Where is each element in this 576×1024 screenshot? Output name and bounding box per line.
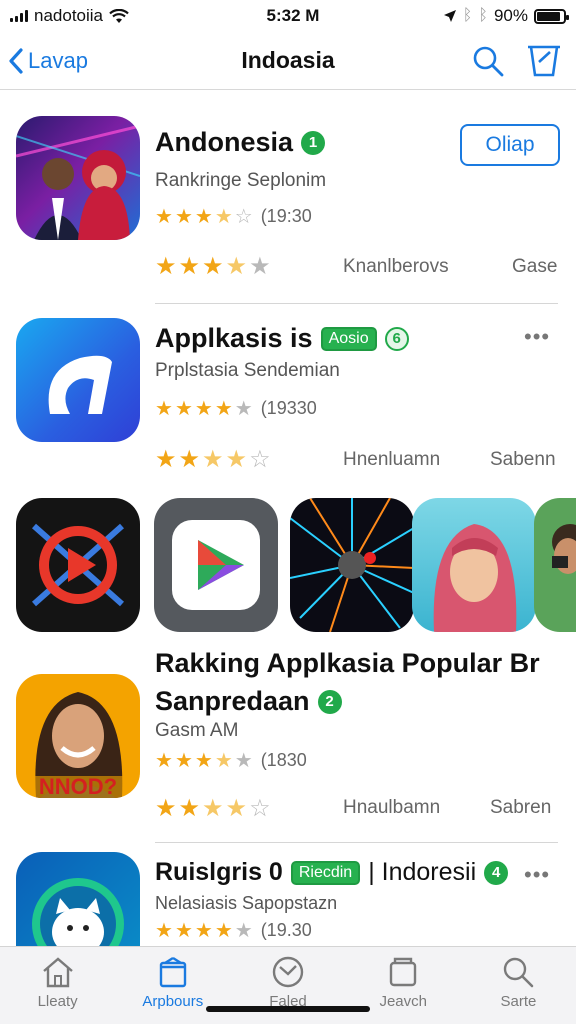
app-title[interactable]: Andonesia 1: [155, 127, 326, 158]
rating-count: (19:30: [260, 206, 312, 226]
rating-stars-secondary: ★ ★ ★ ★ ★: [155, 253, 271, 280]
section-title: Rakking Applkasia Popular Br: [155, 648, 540, 678]
rank-badge: 6: [384, 326, 409, 351]
bluetooth-icon: ᛒ: [462, 7, 473, 24]
rank-badge: 4: [484, 860, 509, 885]
search-icon: [504, 957, 534, 988]
get-button[interactable]: Oliap: [460, 124, 560, 166]
box-icon: [159, 956, 186, 988]
home-indicator: [206, 1006, 370, 1012]
meta-column-2: Sabren: [490, 797, 552, 818]
icon-caption: NNOD?: [38, 774, 118, 798]
category-tag: Aosio: [320, 326, 377, 351]
divider: [155, 842, 558, 843]
app-subtitle: Rankringe Seplonim: [155, 170, 327, 191]
tab-label: Lleaty: [37, 993, 78, 1010]
meta-column-1: Hnaulbamn: [343, 797, 441, 818]
app-subtitle: Nelasiasis Sapopstazn: [155, 893, 338, 913]
tab-label: Arpbours: [142, 993, 204, 1010]
meta-column-1: Knanlberovs: [343, 256, 449, 277]
app-icon[interactable]: [16, 116, 140, 240]
tab-apps[interactable]: Arpbours: [115, 947, 230, 1024]
app-subtitle: Gasm AM: [155, 720, 239, 741]
tab-label: Jeavch: [379, 993, 427, 1010]
app-title[interactable]: Sanpredaan 2: [155, 686, 342, 717]
status-bar: nadotoiia 5:32 M ᛒ ᛒ 90%: [0, 0, 576, 32]
clock: 5:32 M: [266, 6, 320, 25]
stack-icon: [390, 957, 417, 987]
back-label: Lavap: [28, 47, 88, 73]
location-icon: [443, 10, 456, 22]
featured-app-icon[interactable]: [16, 498, 140, 632]
tab-arcade[interactable]: Jeavch: [346, 947, 461, 1024]
rating-stars-secondary: ★ ★ ★ ★ ☆: [155, 795, 271, 822]
battery-percent: 90%: [493, 6, 528, 25]
more-options-icon[interactable]: •••: [524, 862, 550, 888]
rank-badge: 1: [301, 130, 326, 155]
featured-app-strip[interactable]: [0, 498, 576, 634]
featured-app-icon[interactable]: [534, 498, 576, 632]
chevron-left-icon: [9, 47, 23, 74]
filter-icon[interactable]: [526, 44, 562, 78]
search-icon[interactable]: [472, 45, 504, 77]
app-icon[interactable]: [16, 318, 140, 442]
rating-count: (19.30: [260, 920, 312, 940]
app-subtitle: Prplstasia Sendemian: [155, 360, 340, 381]
featured-app-icon[interactable]: [412, 498, 536, 632]
battery-icon: [534, 8, 569, 24]
more-options-icon[interactable]: •••: [524, 324, 550, 350]
meta-column-2: Sabenn: [490, 449, 556, 470]
tab-label: Sarte: [500, 993, 537, 1010]
app-region: | Indoresii: [368, 858, 477, 886]
house-icon: [42, 957, 73, 988]
rating-stars: ★ ★ ★ ★ ☆ (19:30: [155, 206, 312, 228]
clock-icon: [272, 956, 304, 988]
carrier-label: nadotoiia: [34, 6, 104, 25]
tab-bar: Lleaty Arpbours Faled Jeavch Sarte: [0, 946, 576, 1024]
rating-stars: ★ ★ ★ ★ ★ (19330: [155, 398, 317, 420]
rank-badge: 2: [317, 689, 342, 714]
signal-icon: [10, 10, 28, 22]
tab-today[interactable]: Lleaty: [0, 947, 115, 1024]
rating-stars-secondary: ★ ★ ★ ★ ☆: [155, 446, 271, 473]
rating-stars: ★ ★ ★ ★ ★ (19.30: [155, 920, 312, 942]
rating-count: (1830: [260, 750, 307, 770]
tab-search[interactable]: Sarte: [461, 947, 576, 1024]
app-title[interactable]: Ruislgris 0 Riecdin | Indoresii 4: [155, 858, 509, 887]
wifi-icon: [109, 8, 129, 23]
rating-stars: ★ ★ ★ ★ ★ (1830: [155, 750, 307, 772]
meta-column-1: Hnenluamn: [343, 449, 441, 470]
bluetooth-icon-2: ᛒ: [478, 7, 488, 24]
navigation-bar: Lavap Indoasia: [0, 32, 576, 90]
page-title: Indoasia: [241, 47, 335, 73]
rating-count: (19330: [260, 398, 317, 418]
divider: [155, 303, 558, 304]
back-button[interactable]: Lavap: [0, 48, 180, 74]
category-tag: Riecdin: [290, 860, 361, 885]
tab-featured[interactable]: Faled: [230, 947, 345, 1024]
featured-app-icon[interactable]: [290, 498, 414, 632]
meta-column-2: Gase: [512, 256, 558, 277]
app-title[interactable]: Applkasis is Aosio 6: [155, 323, 409, 354]
app-icon[interactable]: NNOD?: [16, 674, 140, 798]
featured-app-icon[interactable]: [154, 498, 278, 632]
